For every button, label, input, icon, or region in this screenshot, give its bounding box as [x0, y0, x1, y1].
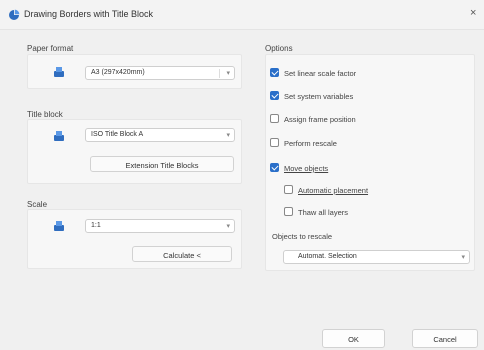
paper-format-value: A3 (297x420mm): [91, 69, 145, 76]
scale-label: Scale: [27, 200, 48, 209]
scale-icon: [54, 221, 64, 231]
paper-format-label: Paper format: [27, 44, 74, 53]
thaw-all-layers-checkbox[interactable]: [284, 207, 293, 216]
extension-title-blocks-label: Extension Title Blocks: [125, 161, 199, 170]
set-system-variables-label: Set system variables: [284, 92, 354, 101]
automatic-placement-checkbox[interactable]: [284, 185, 293, 194]
perform-rescale-checkbox[interactable]: [270, 138, 279, 147]
assign-frame-position-checkbox[interactable]: [270, 114, 279, 123]
cancel-button[interactable]: Cancel: [412, 329, 478, 348]
paper-format-select[interactable]: A3 (297x420mm) ▾: [85, 66, 235, 80]
title-block-label: Title block: [27, 110, 63, 119]
title-bar: Drawing Borders with Title Block ×: [0, 0, 484, 30]
ok-label: OK: [348, 335, 359, 344]
close-button[interactable]: ×: [470, 7, 476, 19]
move-objects-checkbox[interactable]: [270, 163, 279, 172]
objects-to-rescale-select[interactable]: Automat. Selection ▾: [283, 250, 470, 264]
automatic-placement-label: Automatic placement: [298, 186, 369, 195]
title-block-value: ISO Title Block A: [91, 131, 144, 138]
title-block-panel: ISO Title Block A ▾ Extension Title Bloc…: [27, 119, 242, 184]
title-block-select[interactable]: ISO Title Block A ▾: [85, 128, 235, 142]
move-objects-label: Move objects: [284, 164, 329, 173]
paper-format-icon: [54, 67, 64, 77]
thaw-all-layers-label: Thaw all layers: [298, 208, 349, 217]
chevron-down-icon: ▾: [226, 132, 230, 139]
objects-to-rescale-label: Objects to rescale: [272, 232, 333, 241]
calculate-label: Calculate <: [163, 251, 201, 260]
extension-title-blocks-button[interactable]: Extension Title Blocks: [90, 156, 234, 172]
title-block-icon: [54, 131, 64, 141]
objects-to-rescale-value: Automat. Selection: [298, 253, 357, 260]
set-linear-scale-factor-label: Set linear scale factor: [284, 69, 357, 78]
assign-frame-position-label: Assign frame position: [284, 115, 356, 124]
chevron-down-icon: ▾: [461, 254, 465, 261]
set-linear-scale-factor-checkbox[interactable]: [270, 68, 279, 77]
window-title: Drawing Borders with Title Block: [24, 9, 154, 19]
scale-panel: 1:1 ▾ Calculate <: [27, 209, 242, 269]
set-system-variables-checkbox[interactable]: [270, 91, 279, 100]
scale-value: 1:1: [91, 222, 101, 229]
perform-rescale-label: Perform rescale: [284, 139, 337, 148]
options-label: Options: [265, 44, 293, 53]
cancel-label: Cancel: [433, 335, 457, 344]
app-logo-icon: [9, 9, 20, 20]
select-divider: [219, 69, 220, 78]
calculate-button[interactable]: Calculate <: [132, 246, 232, 262]
paper-format-panel: A3 (297x420mm) ▾: [27, 54, 242, 89]
ok-button[interactable]: OK: [322, 329, 385, 348]
scale-select[interactable]: 1:1 ▾: [85, 219, 235, 233]
chevron-down-icon: ▾: [226, 70, 230, 77]
chevron-down-icon: ▾: [226, 223, 230, 230]
